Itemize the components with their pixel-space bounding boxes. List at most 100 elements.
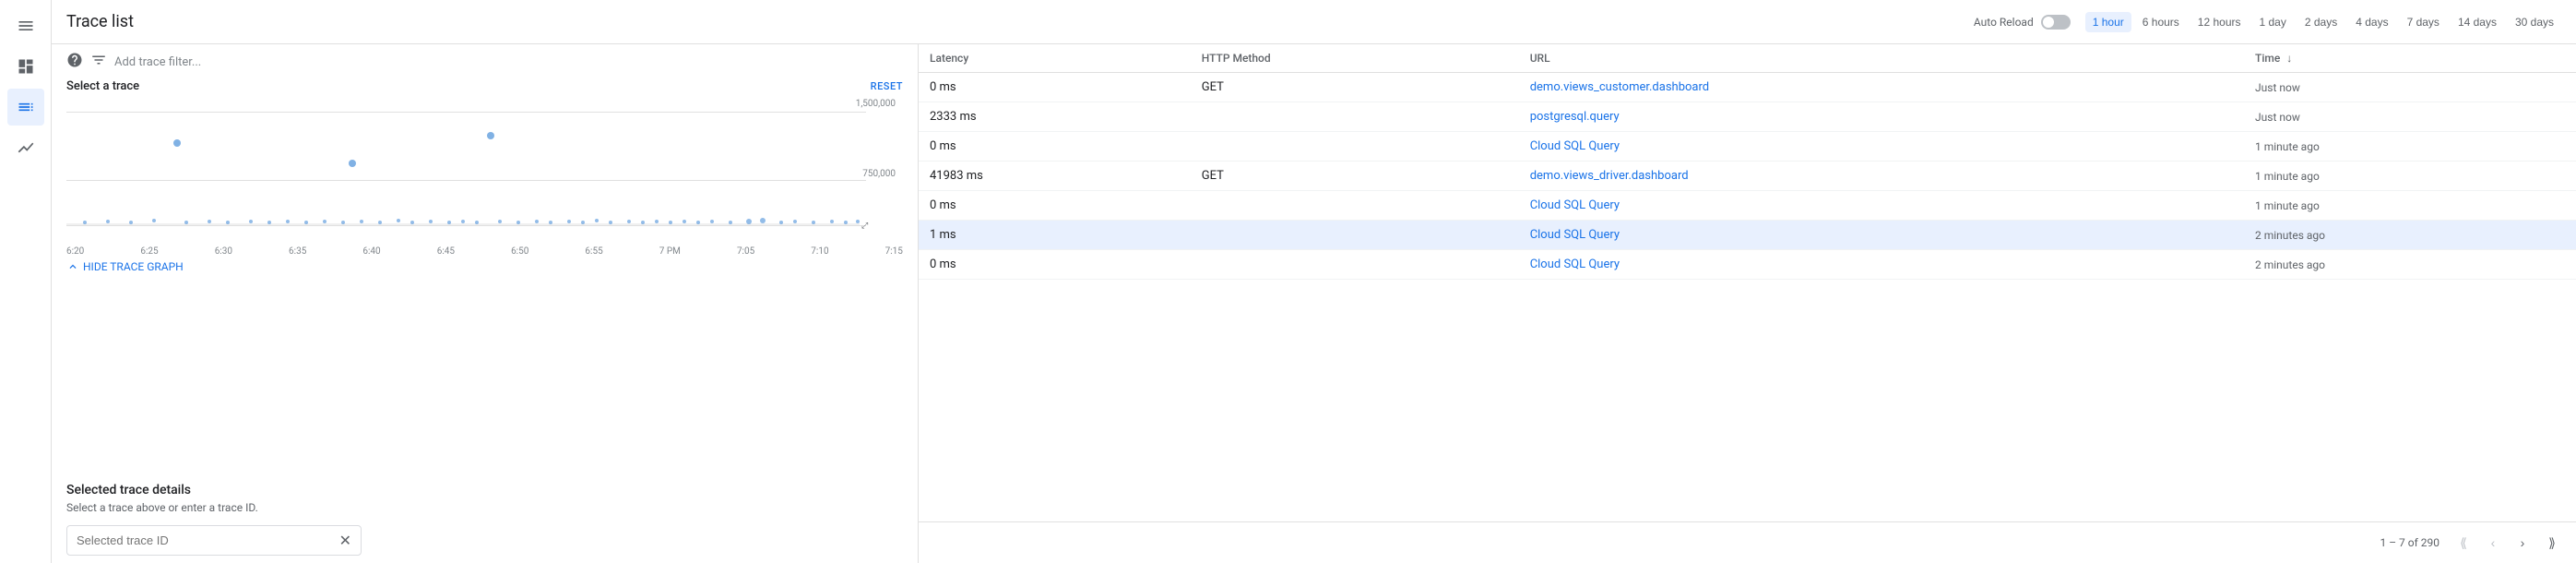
cell-time: Just now	[2244, 102, 2576, 132]
sidebar-icon-dashboard[interactable]	[7, 48, 44, 85]
table-row[interactable]: 0 ms Cloud SQL Query 2 minutes ago	[919, 250, 2576, 280]
trace-details-title: Selected trace details	[66, 483, 903, 497]
first-page-button[interactable]: ⟪	[2451, 530, 2476, 556]
table-container: Latency HTTP Method URL Time ↓ 0 ms GET	[919, 44, 2576, 521]
col-method: HTTP Method	[1191, 44, 1519, 73]
x-label-7: 6:55	[585, 246, 602, 257]
reset-button[interactable]: RESET	[871, 80, 903, 92]
next-page-button[interactable]: ›	[2510, 530, 2535, 556]
cell-url[interactable]: Cloud SQL Query	[1519, 132, 2244, 162]
cell-time: 1 minute ago	[2244, 162, 2576, 191]
trace-id-input-container: ✕	[66, 525, 362, 556]
col-latency: Latency	[919, 44, 1191, 73]
time-btn-1day[interactable]: 1 day	[2252, 12, 2294, 32]
clear-icon[interactable]: ✕	[339, 532, 351, 549]
col-url: URL	[1519, 44, 2244, 73]
x-axis: 6:20 6:25 6:30 6:35 6:40 6:45 6:50 6:55 …	[66, 246, 903, 257]
cell-url[interactable]: demo.views_driver.dashboard	[1519, 162, 2244, 191]
auto-reload-toggle[interactable]	[2041, 15, 2071, 30]
sort-icon: ↓	[2286, 52, 2292, 65]
cell-method	[1191, 102, 1519, 132]
time-btn-2days[interactable]: 2 days	[2297, 12, 2345, 32]
header: Trace list Auto Reload 1 hour 6 hours 12…	[52, 0, 2576, 44]
x-label-5: 6:45	[437, 246, 455, 257]
traces-table: Latency HTTP Method URL Time ↓ 0 ms GET	[919, 44, 2576, 280]
filter-placeholder[interactable]: Add trace filter...	[114, 55, 201, 69]
x-label-10: 7:10	[811, 246, 828, 257]
prev-page-button[interactable]: ‹	[2480, 530, 2506, 556]
sidebar-icon-list[interactable]	[7, 89, 44, 126]
cell-time: 2 minutes ago	[2244, 221, 2576, 250]
trace-details-subtitle: Select a trace above or enter a trace ID…	[66, 501, 903, 514]
cell-time: 2 minutes ago	[2244, 250, 2576, 280]
main-content: Trace list Auto Reload 1 hour 6 hours 12…	[52, 0, 2576, 563]
x-label-1: 6:25	[140, 246, 158, 257]
cell-latency: 0 ms	[919, 191, 1191, 221]
filter-icon[interactable]	[90, 52, 107, 72]
page-title: Trace list	[66, 12, 134, 31]
table-row[interactable]: 0 ms Cloud SQL Query 1 minute ago	[919, 132, 2576, 162]
header-controls: Auto Reload 1 hour 6 hours 12 hours 1 da…	[1974, 12, 2561, 32]
cell-url[interactable]: demo.views_customer.dashboard	[1519, 73, 2244, 102]
sidebar-icon-menu[interactable]	[7, 7, 44, 44]
table-row[interactable]: 0 ms GET demo.views_customer.dashboard J…	[919, 73, 2576, 102]
cell-time: Just now	[2244, 73, 2576, 102]
sidebar	[0, 0, 52, 563]
right-panel: Latency HTTP Method URL Time ↓ 0 ms GET	[919, 44, 2576, 563]
cell-url[interactable]: postgresql.query	[1519, 102, 2244, 132]
time-btn-12hours[interactable]: 12 hours	[2190, 12, 2249, 32]
sidebar-icon-chart[interactable]	[7, 129, 44, 166]
cell-latency: 0 ms	[919, 250, 1191, 280]
filter-bar: Add trace filter...	[66, 52, 903, 72]
content-area: Add trace filter... Select a trace RESET…	[52, 44, 2576, 563]
table-row[interactable]: 1 ms Cloud SQL Query 2 minutes ago	[919, 221, 2576, 250]
time-btn-30days[interactable]: 30 days	[2508, 12, 2561, 32]
table-row[interactable]: 2333 ms postgresql.query Just now	[919, 102, 2576, 132]
x-label-3: 6:35	[289, 246, 306, 257]
hide-graph-button[interactable]: HIDE TRACE GRAPH	[66, 260, 903, 273]
cell-latency: 1 ms	[919, 221, 1191, 250]
graph-section: Select a trace RESET 1,500,000 750,000	[66, 79, 903, 468]
cell-method: GET	[1191, 162, 1519, 191]
graph-header: Select a trace RESET	[66, 79, 903, 93]
trace-details: Selected trace details Select a trace ab…	[66, 483, 903, 556]
cell-url[interactable]: Cloud SQL Query	[1519, 221, 2244, 250]
time-btn-7days[interactable]: 7 days	[2400, 12, 2447, 32]
auto-reload-label: Auto Reload	[1974, 16, 2034, 29]
cell-method: GET	[1191, 73, 1519, 102]
time-btn-6hours[interactable]: 6 hours	[2135, 12, 2187, 32]
table-row[interactable]: 41983 ms GET demo.views_driver.dashboard…	[919, 162, 2576, 191]
help-icon[interactable]	[66, 52, 83, 72]
cell-method	[1191, 191, 1519, 221]
cell-method	[1191, 132, 1519, 162]
svg-text:⤢: ⤢	[861, 222, 868, 231]
x-label-8: 7 PM	[659, 246, 681, 257]
left-panel: Add trace filter... Select a trace RESET…	[52, 44, 919, 563]
time-btn-4days[interactable]: 4 days	[2348, 12, 2395, 32]
cell-latency: 2333 ms	[919, 102, 1191, 132]
cell-latency: 0 ms	[919, 73, 1191, 102]
x-label-2: 6:30	[215, 246, 232, 257]
graph-title: Select a trace	[66, 79, 139, 93]
time-btn-1hour[interactable]: 1 hour	[2085, 12, 2131, 32]
x-label-6: 6:50	[511, 246, 528, 257]
col-time[interactable]: Time ↓	[2244, 44, 2576, 73]
cell-time: 1 minute ago	[2244, 132, 2576, 162]
table-header-row: Latency HTTP Method URL Time ↓	[919, 44, 2576, 73]
x-label-0: 6:20	[66, 246, 84, 257]
x-label-11: 7:15	[885, 246, 903, 257]
graph-container: 1,500,000 750,000	[66, 97, 903, 245]
time-btn-14days[interactable]: 14 days	[2451, 12, 2504, 32]
cell-method	[1191, 250, 1519, 280]
cell-latency: 0 ms	[919, 132, 1191, 162]
table-row[interactable]: 0 ms Cloud SQL Query 1 minute ago	[919, 191, 2576, 221]
hide-graph-label: HIDE TRACE GRAPH	[83, 260, 184, 273]
table-body: 0 ms GET demo.views_customer.dashboard J…	[919, 73, 2576, 280]
cell-url[interactable]: Cloud SQL Query	[1519, 191, 2244, 221]
x-label-9: 7:05	[737, 246, 754, 257]
cell-latency: 41983 ms	[919, 162, 1191, 191]
graph-svg: ⤢	[66, 97, 896, 240]
last-page-button[interactable]: ⟫	[2539, 530, 2565, 556]
trace-id-input[interactable]	[77, 533, 339, 547]
cell-url[interactable]: Cloud SQL Query	[1519, 250, 2244, 280]
